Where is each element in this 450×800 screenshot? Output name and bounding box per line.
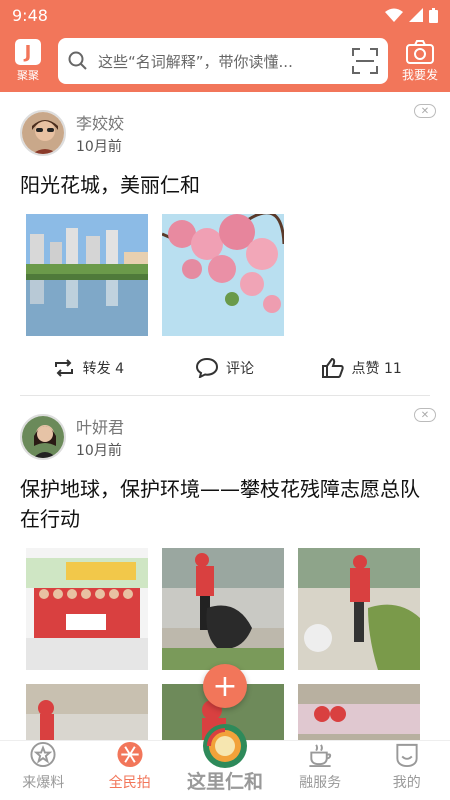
- battery-icon: [429, 7, 438, 23]
- post-images: [20, 548, 430, 740]
- tab-label: 全民拍: [108, 775, 151, 791]
- camera-icon: [406, 39, 434, 64]
- dismiss-post-button[interactable]: ✕: [414, 104, 436, 118]
- search-input[interactable]: 这些“名词解释”，带你读懂...: [58, 38, 388, 84]
- post-button[interactable]: 我要发: [396, 36, 444, 86]
- top-header: J 聚聚 这些“名词解释”，带你读懂... 我要发: [0, 30, 450, 92]
- comment-button[interactable]: 评论: [157, 357, 294, 378]
- status-time: 9:48: [12, 5, 48, 25]
- post-image-volunteers-group[interactable]: [26, 548, 148, 670]
- smile-icon: [396, 743, 418, 768]
- post-image-volunteer-trash-bag[interactable]: [162, 548, 284, 670]
- author-avatar[interactable]: [20, 414, 66, 460]
- status-bar: 9:48: [0, 0, 450, 30]
- author-avatar[interactable]: [20, 110, 66, 156]
- comment-label: 评论: [226, 360, 254, 377]
- add-post-fab[interactable]: +: [203, 664, 247, 708]
- coffee-icon: [309, 744, 332, 768]
- repost-icon: [54, 358, 73, 377]
- feed-post[interactable]: ✕ 李姣姣 10月前 阳光花城，美丽仁和 转发 4 评论 点赞 11: [0, 92, 450, 396]
- thumbs-up-icon: [321, 357, 344, 378]
- post-image-volunteer-bushes[interactable]: [298, 548, 420, 670]
- tab-me[interactable]: 我的: [363, 741, 450, 800]
- post-title[interactable]: 阳光花城，美丽仁和: [20, 170, 430, 200]
- feed-list[interactable]: ✕ 李姣姣 10月前 阳光花城，美丽仁和 转发 4 评论 点赞 11 ✕ 叶妍君…: [0, 92, 450, 740]
- post-image-volunteer-6[interactable]: [298, 684, 420, 740]
- like-button[interactable]: 点赞 11: [293, 357, 430, 378]
- dismiss-post-button[interactable]: ✕: [414, 408, 436, 422]
- tab-label: 来爆料: [22, 775, 65, 791]
- post-button-label: 我要发: [401, 67, 438, 82]
- tab-renhe-home[interactable]: 这里仁和: [173, 724, 277, 800]
- repost-label: 转发 4: [82, 360, 125, 377]
- scan-icon[interactable]: [352, 48, 378, 74]
- post-actions: 转发 4 评论 点赞 11: [20, 340, 430, 396]
- post-time: 10月前: [76, 443, 122, 459]
- post-image-volunteer-4[interactable]: [26, 684, 148, 740]
- signal-icon: [409, 8, 423, 22]
- app-logo-label: 聚聚: [17, 69, 39, 82]
- app-logo-button[interactable]: J 聚聚: [6, 36, 50, 86]
- tab-label: 这里仁和: [186, 771, 263, 793]
- post-time: 10月前: [76, 139, 122, 155]
- star-icon: [30, 741, 56, 768]
- tab-citizen-shoot[interactable]: 全民拍: [87, 741, 174, 800]
- tab-report[interactable]: 来爆料: [0, 741, 87, 800]
- post-image-pink-blossoms[interactable]: [162, 214, 284, 336]
- tab-services[interactable]: 融服务: [277, 741, 364, 800]
- search-placeholder: 这些“名词解释”，带你读懂...: [98, 52, 293, 71]
- author-name[interactable]: 李姣姣: [76, 110, 124, 134]
- post-images: [20, 214, 430, 336]
- like-label: 点赞 11: [351, 360, 402, 377]
- post-title[interactable]: 保护地球，保护环境——攀枝花残障志愿总队在行动: [20, 474, 430, 534]
- repost-button[interactable]: 转发 4: [20, 358, 157, 378]
- search-icon: [68, 51, 87, 70]
- tab-label: 我的: [392, 775, 421, 791]
- post-image-city-river[interactable]: [26, 214, 148, 336]
- comment-icon: [196, 357, 218, 378]
- app-logo-icon: J: [15, 39, 41, 65]
- tab-label: 融服务: [299, 775, 342, 791]
- aperture-icon: [117, 741, 143, 768]
- bottom-tab-bar: 来爆料 全民拍 这里仁和 融服务 我的: [0, 724, 450, 800]
- wifi-icon: [385, 8, 403, 22]
- author-name[interactable]: 叶妍君: [76, 414, 124, 438]
- city-logo-icon: [202, 724, 247, 768]
